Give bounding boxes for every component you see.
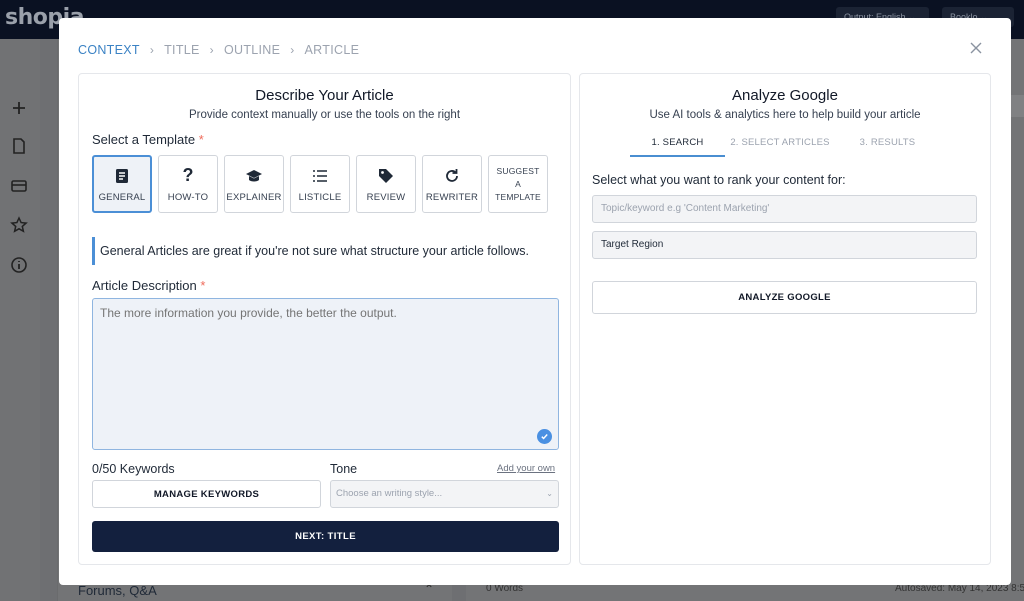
star-icon[interactable]	[10, 216, 28, 234]
side-rail	[0, 39, 40, 601]
check-icon	[537, 429, 552, 444]
question-icon: ?	[182, 165, 194, 185]
analyze-google-button[interactable]: ANALYZE GOOGLE	[592, 281, 977, 314]
tone-select[interactable]: Choose an writing style... ⌄	[330, 480, 559, 508]
plus-icon[interactable]	[10, 99, 28, 117]
description-label-text: Article Description	[92, 278, 197, 293]
panel-subtitle: Use AI tools & analytics here to help bu…	[649, 109, 921, 121]
template-general[interactable]: GENERAL	[92, 155, 152, 213]
template-info-note: General Articles are great if you're not…	[92, 237, 562, 265]
suggest-line-2: A	[515, 178, 521, 189]
chevron-right-icon: ›	[209, 43, 214, 57]
template-rewriter[interactable]: REWRITER	[422, 155, 482, 213]
panel-subtitle: Provide context manually or use the tool…	[188, 109, 461, 121]
template-suggest[interactable]: SUGGEST A TEMPLATE	[488, 155, 548, 213]
refresh-icon	[442, 166, 462, 186]
template-listicle[interactable]: LISTICLE	[290, 155, 350, 213]
step-article[interactable]: ARTICLE	[305, 43, 360, 57]
template-label: EXPLAINER	[226, 191, 282, 203]
article-description-input[interactable]	[92, 298, 559, 450]
suggest-line-3: TEMPLATE	[495, 191, 541, 202]
add-own-tone-link[interactable]: Add your own	[497, 463, 555, 474]
document-icon[interactable]	[10, 137, 28, 155]
description-label: Article Description *	[92, 278, 205, 293]
required-mark: *	[200, 278, 206, 293]
analyze-tabs: 1. SEARCH 2. SELECT ARTICLES 3. RESULTS	[630, 137, 940, 157]
template-label: REWRITER	[425, 191, 479, 203]
new-article-modal: CONTEXT › TITLE › OUTLINE › ARTICLE Desc…	[59, 18, 1011, 585]
card-icon[interactable]	[10, 177, 28, 195]
template-label: Select a Template *	[92, 132, 204, 147]
template-label-text: Select a Template	[92, 132, 196, 147]
graduation-cap-icon	[244, 166, 264, 186]
chevron-right-icon: ›	[149, 43, 155, 57]
chevron-right-icon: ›	[290, 43, 295, 57]
keywords-count-label: 0/50 Keywords	[92, 462, 175, 476]
chevron-down-icon: ⌄	[546, 489, 553, 498]
tab-select-articles[interactable]: 2. SELECT ARTICLES	[725, 137, 835, 157]
document-icon	[112, 166, 132, 186]
panel-title: Analyze Google	[732, 87, 838, 104]
tab-search[interactable]: 1. SEARCH	[630, 137, 725, 157]
step-title[interactable]: TITLE	[164, 43, 200, 57]
describe-article-panel: Describe Your Article Provide context ma…	[78, 73, 571, 565]
template-explainer[interactable]: EXPLAINER	[224, 155, 284, 213]
template-label: LISTICLE	[298, 191, 342, 203]
analyze-google-panel: Analyze Google Use AI tools & analytics …	[579, 73, 991, 565]
template-review[interactable]: REVIEW	[356, 155, 416, 213]
template-label: GENERAL	[98, 191, 146, 203]
manage-keywords-button[interactable]: MANAGE KEYWORDS	[92, 480, 321, 508]
step-context[interactable]: CONTEXT	[78, 43, 140, 57]
template-label: REVIEW	[366, 191, 406, 203]
template-label: HOW-TO	[167, 191, 209, 203]
forums-section-label[interactable]: Forums, Q&A	[78, 583, 157, 598]
tone-select-placeholder: Choose an writing style...	[336, 488, 443, 499]
template-how-to[interactable]: ? HOW-TO	[158, 155, 218, 213]
next-title-button[interactable]: NEXT: TITLE	[92, 521, 559, 552]
close-icon[interactable]	[969, 41, 987, 59]
panel-title: Describe Your Article	[255, 87, 394, 104]
tab-results[interactable]: 3. RESULTS	[835, 137, 940, 157]
wizard-stepper: CONTEXT › TITLE › OUTLINE › ARTICLE	[78, 42, 359, 58]
target-region-select[interactable]: Target Region	[592, 231, 977, 259]
list-icon	[310, 166, 330, 186]
step-outline[interactable]: OUTLINE	[224, 43, 280, 57]
info-icon[interactable]	[10, 256, 28, 274]
template-options: GENERAL ? HOW-TO EXPLAINER LISTICLE REVI…	[92, 155, 548, 213]
tone-label: Tone	[330, 462, 358, 476]
required-mark: *	[198, 132, 204, 147]
suggest-line-1: SUGGEST	[496, 165, 540, 176]
rank-question: Select what you want to rank your conten…	[592, 173, 846, 187]
keyword-input[interactable]: Topic/keyword e.g 'Content Marketing'	[592, 195, 977, 223]
tag-icon	[376, 166, 396, 186]
